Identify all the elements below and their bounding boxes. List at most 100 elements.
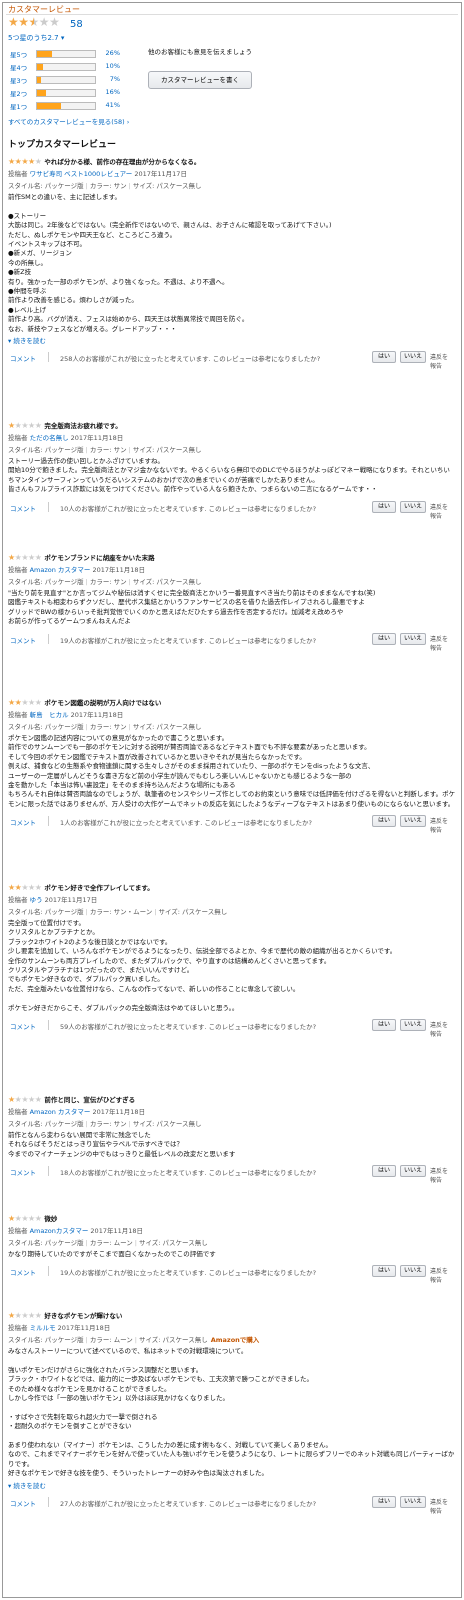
review-title[interactable]: ポケモン図鑑の説明が万人向けではない [44,697,161,707]
star-empty-icon: ★ [34,1310,42,1320]
reviewer-badge[interactable]: ベスト1000レビュアー [62,170,132,178]
review-footer: コメント 10人のお客様がこれが役に立ったと考えています. このレビューは参考にな… [8,500,456,523]
reviewer-name[interactable]: Amazon カスタマー [30,566,91,574]
review-title[interactable]: 好きなポケモンが輝けない [44,1310,122,1320]
comment-link[interactable]: コメント [10,1021,36,1031]
comment-link[interactable]: コメント [10,353,36,363]
read-more-link[interactable]: ▾ 続きを読む [8,335,456,345]
posted-by-label: 投稿者 [8,1227,30,1235]
helpful-yes-button[interactable]: はい [372,1165,396,1178]
star-full-icon: ★ [8,552,15,562]
comment-link[interactable]: コメント [10,1267,36,1277]
report-abuse-link[interactable]: 違反を報告 [430,1267,450,1285]
read-more-link[interactable]: ▾ 続きを読む [8,1480,456,1490]
average-stars[interactable]: ★★★★★ [8,15,60,29]
review-footer: コメント 19人のお客様がこれが役に立ったと考えています. このレビューは参考にな… [8,632,456,655]
divider [48,501,49,512]
review-card: ★★★★★ 微妙 投稿者 Amazonカスタマー 2017年11月18日 スタイル名:… [8,1213,456,1287]
review-header: ★★★★★ 好きなポケモンが輝けない [8,1310,456,1321]
comment-link[interactable]: コメント [10,1498,36,1508]
format-separator: | [134,1336,137,1344]
comment-link[interactable]: コメント [10,817,36,827]
star-full-icon: ★ [8,882,15,892]
helpful-no-button[interactable]: いいえ [400,1165,426,1178]
helpful-yes-button[interactable]: はい [372,815,396,828]
reviewer-name[interactable]: ゆう [30,896,43,904]
star-full-icon: ★ [18,15,29,29]
histogram-row[interactable]: 星4つ 10% [10,62,120,72]
helpful-no-button[interactable]: いいえ [400,351,426,364]
format-size: サイズ: パスケース無し [138,1336,208,1344]
helpful-yes-button[interactable]: はい [372,1495,396,1508]
review-format: スタイル名: パッケージ版 | カラー: サン | サイズ: パスケース無し [8,1118,456,1128]
report-abuse-link[interactable]: 違反を報告 [430,635,450,653]
star-full-icon: ★ [8,697,15,707]
helpful-yes-button[interactable]: はい [372,1019,396,1032]
share-opinion-text: 他のお客様にも意見を伝えましょう [148,48,252,56]
format-separator: | [85,1120,88,1128]
format-separator: | [85,723,88,731]
helpful-no-button[interactable]: いいえ [400,1265,426,1278]
see-all-reviews-link[interactable]: すべてのカスタマーレビューを見る(58) › [8,116,129,126]
review-meta: 投稿者 Amazon カスタマー 2017年11月18日 [8,1106,456,1116]
format-color: カラー: サン [89,446,127,454]
format-style: スタイル名: パッケージ版 [8,182,84,190]
review-title[interactable]: ポケモン好きで全作プレイしてます。 [44,882,153,892]
helpful-yes-button[interactable]: はい [372,351,396,364]
format-size: サイズ: パスケース無し [132,723,202,731]
average-rating-link[interactable]: 5つ星のうち2.7 ▾ [8,33,64,43]
comment-link[interactable]: コメント [10,1167,36,1177]
review-body: ポケモン図鑑の記述内容についての意見がなかったので書こうと思います。 前作でのサ… [8,734,456,808]
histogram-star-label: 星5つ [10,51,28,59]
report-abuse-link[interactable]: 違反を報告 [430,503,450,521]
star-full-icon: ★ [21,156,29,166]
report-abuse-link[interactable]: 違反を報告 [430,1167,450,1185]
reviewer-name[interactable]: 斬島 ヒカル [30,711,69,719]
helpful-no-button[interactable]: いいえ [400,1495,426,1508]
review-title[interactable]: 微妙 [44,1213,57,1223]
helpful-no-button[interactable]: いいえ [400,1019,426,1032]
star-full-icon: ★ [8,1094,15,1104]
helpful-yes-button[interactable]: はい [372,632,396,645]
helpful-no-button[interactable]: いいえ [400,500,426,513]
star-empty-icon: ★ [38,15,50,29]
histogram-row[interactable]: 星3つ 7% [10,75,120,85]
review-stars: ★★★★★ [8,1214,42,1223]
review-title[interactable]: やれば分かる様、前作の存在理由が分からなくなる。 [44,156,200,166]
comment-link[interactable]: コメント [10,635,36,645]
review-stars: ★★★★★ [8,697,42,707]
reviewer-name[interactable]: Amazon カスタマー [30,1108,91,1116]
format-color: カラー: サン [89,1120,127,1128]
reviewer-name[interactable]: ワサビ寿司 [30,170,63,178]
report-abuse-link[interactable]: 違反を報告 [430,1498,450,1516]
star-full-icon: ★ [8,1310,15,1320]
posted-by-label: 投稿者 [8,170,30,178]
reviewer-name[interactable]: ただの名無し [30,434,69,442]
reviewer-name[interactable]: ミルルモ [30,1324,56,1332]
review-meta: 投稿者 ただの名無し 2017年11月18日 [8,432,456,442]
comment-link[interactable]: コメント [10,503,36,513]
review-title[interactable]: 完全版商法お疲れ様です。 [44,420,121,430]
histogram-bar [36,50,96,58]
report-abuse-link[interactable]: 違反を報告 [430,1021,450,1039]
star-empty-icon: ★ [34,420,42,430]
report-abuse-link[interactable]: 違反を報告 [430,353,450,371]
review-title[interactable]: ポケモンブランドに胡座をかいた末路 [44,552,154,562]
review-header: ★★★★★ ポケモン図鑑の説明が万人向けではない [8,697,456,708]
format-color: カラー: ムーン [89,1336,133,1344]
reviewer-name[interactable]: Amazonカスタマー [30,1227,89,1235]
helpful-no-button[interactable]: いいえ [400,815,426,828]
helpful-yes-button[interactable]: はい [372,1265,396,1278]
histogram-row[interactable]: 星1つ 41% [10,101,120,111]
review-title[interactable]: 前作と同じ、宣伝がひどすぎる [44,1094,135,1104]
histogram-row[interactable]: 星2つ 16% [10,88,120,98]
histogram-row[interactable]: 星5つ 26% [10,49,120,59]
format-style: スタイル名: パッケージ版 [8,1120,84,1128]
write-review-button[interactable]: カスタマーレビューを書く [148,71,252,89]
helpful-no-button[interactable]: いいえ [400,632,426,645]
review-count-link[interactable]: 58 [70,19,83,30]
histogram-percent: 16% [105,88,120,96]
review-stars: ★★★★★ [8,156,42,166]
helpful-yes-button[interactable]: はい [372,500,396,513]
report-abuse-link[interactable]: 違反を報告 [430,817,450,835]
